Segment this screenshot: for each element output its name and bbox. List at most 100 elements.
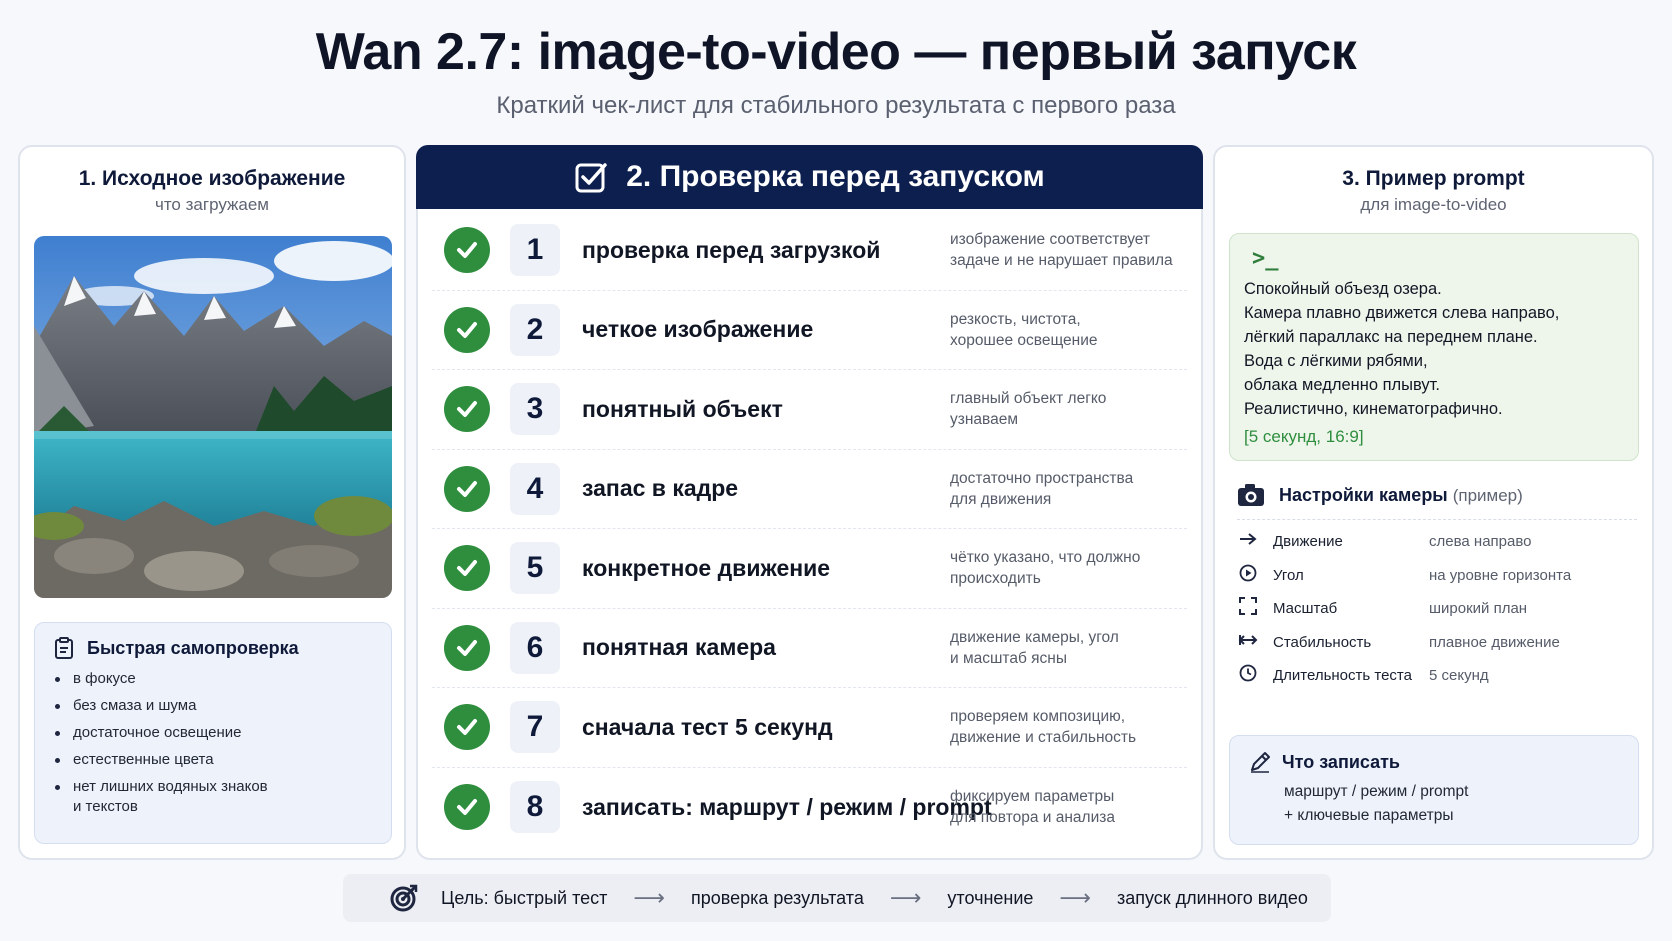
camera-setting-key: Угол [1273, 566, 1304, 584]
frame-icon [1237, 597, 1259, 620]
checklist-row: 3 понятный объект главный объект легко узна… [432, 370, 1187, 450]
check-circle-icon [444, 704, 490, 751]
step-description-line: проверяем композицию, [950, 708, 1126, 726]
source-image-card: 1. Исходное изображение что загружаем Бы… [18, 145, 406, 860]
step-number: 5 [510, 542, 560, 595]
what-to-record-line: маршрут / режим / prompt [1284, 783, 1469, 800]
pre-launch-check-card: 2. Проверка перед запуском 1 проверка пер… [416, 145, 1203, 860]
check-circle-icon [444, 465, 490, 512]
step-description-line: хорошее освещение [950, 331, 1098, 349]
camera-setting-value: слева направо [1429, 533, 1532, 551]
step-label: конкретное движение [582, 554, 831, 581]
step-number: 4 [510, 462, 560, 515]
checklist-row: 6 понятная камера движение камеры, угол и м… [432, 609, 1187, 688]
camera-setting-key: Длительность теста [1273, 667, 1412, 685]
step-number: 7 [510, 701, 560, 754]
prompt-example-card: 3. Пример prompt для image-to-video >_ С… [1213, 145, 1654, 860]
camera-settings-list: Движение слева направо Угол на уровне гориз… [1237, 525, 1637, 693]
camera-settings-header: Настройки камеры (пример) [1237, 483, 1637, 520]
check-circle-icon [444, 624, 490, 671]
footer-step: запуск длинного видео [1116, 887, 1308, 908]
pre-launch-header: 2. Проверка перед запуском [416, 145, 1203, 209]
list-item-continuation: и текстов [73, 798, 138, 815]
step-description: проверяем композицию, движение и стабильн… [950, 706, 1187, 748]
what-to-record-title: Что записать [1282, 751, 1401, 772]
step-description: достаточно пространства для движения [950, 468, 1187, 510]
checklist-row: 5 конкретное движение чётко указано, что д… [432, 529, 1187, 609]
prompt-line: Реалистично, кинематографично. [1244, 400, 1503, 418]
arrow-right-icon [1237, 532, 1259, 551]
prompt-line: Спокойный объезд озера. [1244, 280, 1442, 298]
camera-settings-title: Настройки камеры [1279, 484, 1448, 505]
step-label: записать: маршрут / режим / prompt [582, 793, 992, 820]
prompt-line: Камера плавно движется слева направо, [1244, 304, 1560, 322]
arrow-right-icon: ⟶ [633, 885, 665, 910]
arrow-right-icon: ⟶ [1059, 885, 1091, 910]
horizontal-arrows-icon [1237, 633, 1259, 652]
prompt-line: Вода с лёгкими рябями, [1244, 352, 1428, 370]
step-label: проверка перед загрузкой [582, 236, 881, 263]
clipboard-icon [55, 637, 73, 659]
step-description-line: фиксируем параметры [950, 788, 1115, 806]
camera-setting-row: Угол на уровне горизонта [1237, 559, 1637, 593]
check-circle-icon [444, 227, 490, 274]
camera-icon [1238, 484, 1264, 506]
step-label: понятная камера [582, 634, 776, 661]
camera-setting-value: плавное движение [1429, 633, 1560, 651]
list-item: достаточное освещение [53, 723, 373, 743]
step-description-line: достаточно пространства [950, 469, 1134, 487]
step-description: изображение соответствует задаче и не нар… [950, 229, 1187, 271]
step-label: запас в кадре [582, 475, 739, 502]
checklist-row: 4 запас в кадре достаточно пространства для… [432, 450, 1187, 529]
step-description-line: главный объект легко [950, 390, 1107, 408]
prompt-line: облака медленно плывут. [1244, 376, 1440, 394]
terminal-icon: >_ [1252, 246, 1279, 271]
checklist-row: 2 четкое изображение резкость, чистота, хор… [432, 291, 1187, 370]
clock-icon [1237, 664, 1259, 687]
step-label: сначала тест 5 секунд [582, 713, 833, 740]
arrow-right-icon: ⟶ [889, 885, 922, 910]
prompt-tag: [5 секунд, 16:9] [1244, 427, 1364, 446]
list-item: в фокусе [53, 669, 373, 689]
step-description-line: чётко указано, что должно [950, 549, 1141, 567]
quick-check-panel: Быстрая самопроверка в фокусе без смаза … [34, 622, 392, 844]
step-description-line: резкость, чистота, [950, 310, 1081, 328]
camera-setting-row: Движение слева направо [1237, 525, 1637, 559]
mountain-lake-image [34, 236, 392, 598]
checklist: 1 проверка перед загрузкой изображение соо… [432, 211, 1187, 847]
footer-step: Цель: быстрый тест [441, 887, 608, 908]
page-subtitle: Краткий чек-лист для стабильного результ… [496, 92, 1176, 119]
step-number: 3 [510, 383, 560, 436]
what-to-record-line: + ключевые параметры [1284, 807, 1454, 824]
step-description-line: изображение соответствует [950, 231, 1151, 249]
what-to-record-header: Что записать [1248, 750, 1620, 774]
card-subtitle: для image-to-video [1360, 195, 1507, 214]
step-label: понятный объект [582, 395, 783, 422]
list-item: без смаза и шума [53, 696, 373, 716]
camera-setting-row: Стабильность плавное движение [1237, 626, 1637, 660]
camera-setting-row: Масштаб широкий план [1237, 592, 1637, 626]
footer-step: проверка результата [690, 887, 864, 908]
card-title: 3. Пример prompt [1342, 167, 1525, 190]
step-description: резкость, чистота, хорошее освещение [950, 309, 1187, 351]
checklist-row: 1 проверка перед загрузкой изображение соо… [432, 211, 1187, 291]
camera-setting-value: на уровне горизонта [1429, 566, 1572, 584]
step-description: главный объект легко узнаваем [950, 388, 1187, 430]
step-number: 2 [510, 303, 560, 356]
step-number: 8 [510, 781, 560, 834]
step-number: 6 [510, 621, 560, 674]
prompt-text: Спокойный объезд озера. Камера плавно дв… [1244, 277, 1624, 421]
check-circle-icon [444, 306, 490, 353]
page-title: Wan 2.7: image-to-video — первый запуск [315, 23, 1357, 81]
step-description-line: для повтора и анализа [950, 809, 1115, 827]
play-circle-icon [1237, 564, 1259, 587]
step-description-line: узнаваем [950, 411, 1018, 429]
card-title: 1. Исходное изображение [78, 167, 346, 190]
step-description: движение камеры, угол и масштаб ясны [950, 627, 1187, 669]
what-to-record-panel: Что записать маршрут / режим / prompt + … [1229, 735, 1639, 845]
list-item: нет лишних водяных знаков и текстов [53, 777, 373, 817]
step-description-line: и масштаб ясны [950, 649, 1067, 667]
card-subtitle: что загружаем [154, 195, 269, 214]
step-number: 1 [510, 224, 560, 277]
checkbox-icon [575, 163, 607, 193]
